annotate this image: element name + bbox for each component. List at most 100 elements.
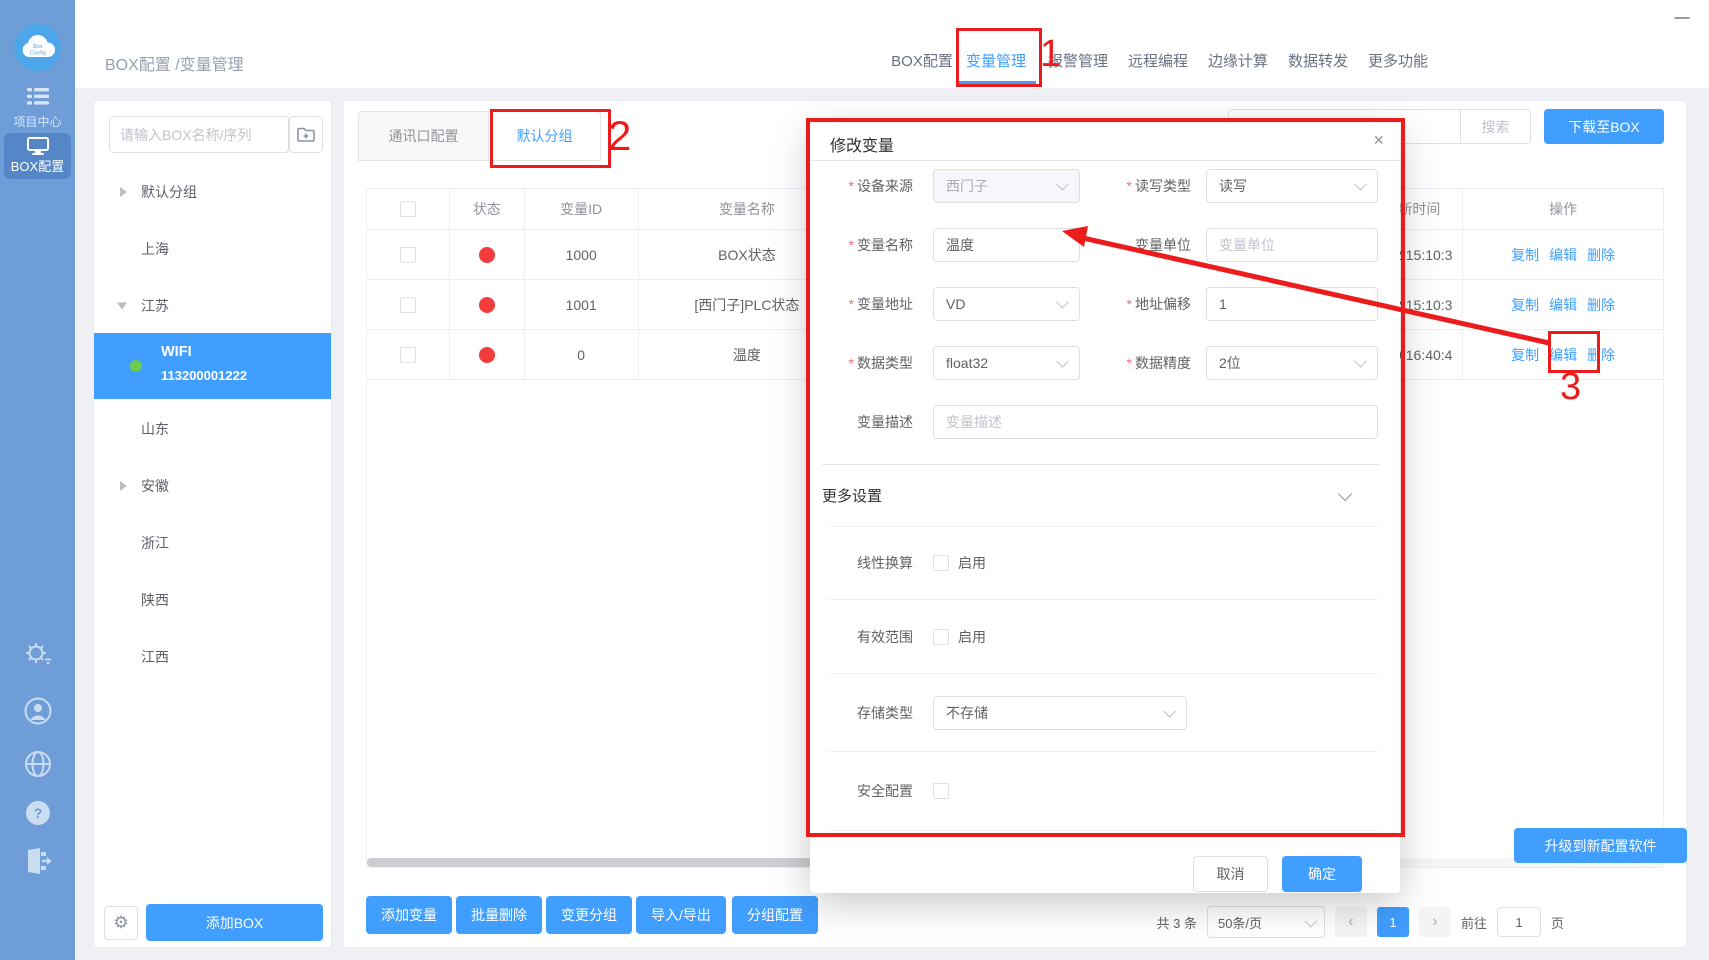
app-sidebar: Box Config 项目中心 BOX配置 bbox=[0, 0, 75, 960]
tree-settings-button[interactable]: ⚙ bbox=[104, 906, 138, 940]
window-minimize-button[interactable]: — bbox=[1666, 5, 1698, 31]
sidebar-item-label: 项目中心 bbox=[0, 113, 75, 130]
goto-label: 前往 bbox=[1461, 913, 1487, 932]
delete-link[interactable]: 删除 bbox=[1587, 345, 1615, 365]
field-label: *地址偏移 bbox=[1080, 294, 1191, 314]
variable-description-input[interactable]: 变量描述 bbox=[933, 405, 1378, 439]
device-online-dot bbox=[130, 360, 142, 372]
change-group-button[interactable]: 变更分组 bbox=[546, 896, 632, 934]
tree-item-anhui[interactable]: 安徽 bbox=[94, 457, 331, 514]
chevron-down-icon bbox=[1305, 914, 1318, 927]
tree-item-device-wifi-selected[interactable]: WIFI 113200001222 bbox=[94, 333, 331, 399]
field-label: *变量地址 bbox=[830, 294, 913, 314]
settings-wifi-icon[interactable] bbox=[0, 640, 75, 671]
row-checkbox[interactable] bbox=[400, 297, 416, 313]
delete-link[interactable]: 删除 bbox=[1587, 295, 1615, 315]
sidebar-item-project-center[interactable]: 项目中心 bbox=[0, 88, 75, 130]
variable-unit-input[interactable]: 变量单位 bbox=[1206, 228, 1378, 262]
more-settings-toggle[interactable]: 更多设置 bbox=[830, 465, 1378, 526]
svg-text:Config: Config bbox=[30, 50, 46, 56]
row-checkbox[interactable] bbox=[400, 247, 416, 263]
copy-link[interactable]: 复制 bbox=[1511, 345, 1539, 365]
page-unit-label: 页 bbox=[1551, 913, 1564, 932]
nav-tab-edge-compute[interactable]: 边缘计算 bbox=[1208, 50, 1268, 71]
chevron-down-icon bbox=[1338, 486, 1352, 500]
storage-type-select[interactable]: 不存储 bbox=[933, 696, 1187, 730]
prev-page-button[interactable]: ‹ bbox=[1335, 907, 1367, 937]
import-export-button[interactable]: 导入/导出 bbox=[636, 896, 726, 934]
add-box-button[interactable]: 添加BOX bbox=[146, 904, 323, 941]
search-button[interactable]: 搜索 bbox=[1461, 109, 1531, 144]
tree-item-jiangsu[interactable]: 江苏 bbox=[94, 277, 331, 334]
data-precision-select[interactable]: 2位 bbox=[1206, 346, 1378, 380]
group-config-button[interactable]: 分组配置 bbox=[732, 896, 818, 934]
tab-default-group[interactable]: 默认分组 bbox=[489, 111, 601, 161]
sidebar-item-box-config[interactable]: BOX配置 bbox=[4, 133, 71, 179]
confirm-button[interactable]: 确定 bbox=[1282, 856, 1362, 892]
copy-link[interactable]: 复制 bbox=[1511, 295, 1539, 315]
globe-language-icon[interactable] bbox=[0, 750, 75, 783]
tree-item-jiangxi[interactable]: 江西 bbox=[94, 628, 331, 685]
delete-link[interactable]: 删除 bbox=[1587, 245, 1615, 265]
nav-tab-alarm-mgmt[interactable]: 报警管理 bbox=[1048, 50, 1108, 71]
device-serial: 113200001222 bbox=[161, 368, 247, 383]
batch-delete-button[interactable]: 批量删除 bbox=[456, 896, 542, 934]
current-page-button[interactable]: 1 bbox=[1377, 907, 1409, 937]
expand-right-icon[interactable] bbox=[120, 481, 127, 491]
edit-link[interactable]: 编辑 bbox=[1549, 295, 1577, 315]
tab-comm-port-config[interactable]: 通讯口配置 bbox=[358, 111, 489, 161]
row-checkbox[interactable] bbox=[400, 347, 416, 363]
status-dot-red bbox=[479, 347, 495, 363]
variable-address-select[interactable]: VD bbox=[933, 287, 1080, 321]
device-source-select[interactable]: 西门子 bbox=[933, 169, 1080, 203]
logout-icon[interactable] bbox=[0, 848, 75, 879]
cancel-button[interactable]: 取消 bbox=[1193, 856, 1268, 892]
linear-conversion-checkbox[interactable] bbox=[933, 555, 949, 571]
variable-name-input[interactable]: 温度 bbox=[933, 228, 1080, 262]
monitor-icon bbox=[27, 137, 49, 155]
page-size-select[interactable]: 50条/页 bbox=[1207, 906, 1325, 938]
cell-variable-id: 0 bbox=[525, 330, 639, 379]
add-group-button[interactable] bbox=[289, 116, 323, 153]
rw-type-select[interactable]: 读写 bbox=[1206, 169, 1378, 203]
goto-page-input[interactable] bbox=[1497, 907, 1541, 937]
modal-close-icon[interactable]: × bbox=[1373, 130, 1384, 151]
expand-right-icon[interactable] bbox=[120, 187, 127, 197]
tree-item-shaanxi[interactable]: 陕西 bbox=[94, 571, 331, 628]
expand-down-icon[interactable] bbox=[117, 302, 127, 309]
modal-footer: 取消 确定 bbox=[830, 831, 1378, 892]
box-tree-panel: 默认分组 上海 江苏 WIFI 113200001222 山东 安徽 浙江 陕西… bbox=[93, 100, 332, 948]
total-count: 共 3 条 bbox=[1157, 913, 1197, 932]
breadcrumb: BOX配置 /变量管理 bbox=[105, 51, 244, 75]
user-account-icon[interactable] bbox=[0, 697, 75, 730]
upgrade-software-button[interactable]: 升级到新配置软件 bbox=[1514, 828, 1687, 863]
nav-tab-variable-mgmt[interactable]: 变量管理 bbox=[966, 50, 1026, 71]
help-icon[interactable]: ? bbox=[0, 800, 75, 831]
tree-item-zhejiang[interactable]: 浙江 bbox=[94, 514, 331, 571]
col-header-status: 状态 bbox=[450, 189, 525, 229]
valid-range-checkbox[interactable] bbox=[933, 629, 949, 645]
edit-link[interactable]: 编辑 bbox=[1549, 245, 1577, 265]
nav-tab-remote-prog[interactable]: 远程编程 bbox=[1128, 50, 1188, 71]
select-all-checkbox[interactable] bbox=[400, 201, 416, 217]
nav-tab-data-forward[interactable]: 数据转发 bbox=[1288, 50, 1348, 71]
add-variable-button[interactable]: 添加变量 bbox=[366, 896, 452, 934]
nav-tab-more[interactable]: 更多功能 bbox=[1368, 50, 1428, 71]
security-config-checkbox[interactable] bbox=[933, 783, 949, 799]
data-type-select[interactable]: float32 bbox=[933, 346, 1080, 380]
edit-link-row3[interactable]: 编辑 bbox=[1549, 345, 1577, 365]
cell-variable-id: 1000 bbox=[525, 230, 639, 279]
field-label: 有效范围 bbox=[830, 627, 913, 647]
box-search-input[interactable] bbox=[109, 116, 289, 153]
address-offset-input[interactable]: 1 bbox=[1206, 287, 1378, 321]
copy-link[interactable]: 复制 bbox=[1511, 245, 1539, 265]
modify-variable-modal: 修改变量 × *设备来源 西门子 *读写类型 读写 *变量名称 温度 变量单位 … bbox=[810, 123, 1400, 893]
field-label: *变量名称 bbox=[830, 235, 913, 255]
download-to-box-button[interactable]: 下载至BOX bbox=[1544, 109, 1664, 144]
tree-item-shanghai[interactable]: 上海 bbox=[94, 220, 331, 277]
tree-item-shandong[interactable]: 山东 bbox=[94, 400, 331, 457]
nav-tab-box-config[interactable]: BOX配置 bbox=[891, 50, 953, 71]
tree-item-label: 陕西 bbox=[141, 590, 169, 610]
tree-item-default-group[interactable]: 默认分组 bbox=[94, 163, 331, 220]
next-page-button[interactable]: › bbox=[1419, 907, 1451, 937]
